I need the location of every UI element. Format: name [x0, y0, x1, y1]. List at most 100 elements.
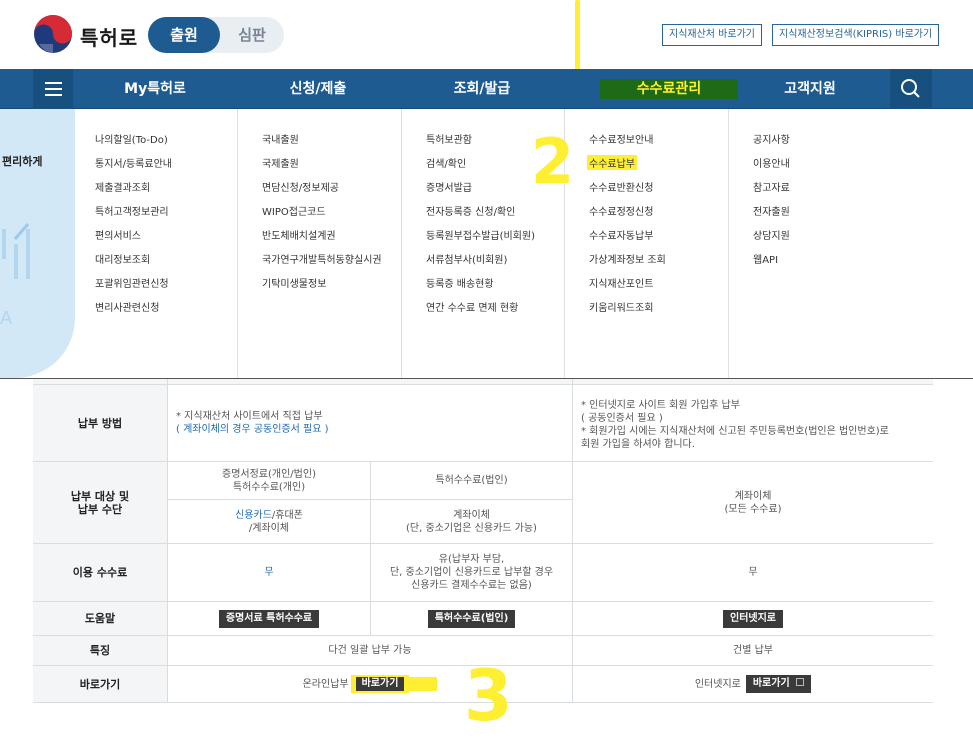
method-text: * 회원가입 시에는 지식재산처에 신고된 주민등록번호(법인은 법인번호)로 [581, 426, 889, 437]
menu-col-support: 공지사항이용안내참고자료전자출원상담지원웹API [728, 109, 973, 378]
promo-banner: 편리하게 A [0, 109, 75, 378]
fee-cell-c: 무 [573, 544, 933, 602]
menu-link-inquiry[interactable]: 연간 수수료 면제 현황 [426, 299, 518, 314]
annotation-stroke [575, 0, 580, 70]
menu-link-fee[interactable]: 수수료정정신청 [589, 203, 653, 218]
menu-link-application[interactable]: WIPO접근코드 [262, 203, 326, 218]
giro-shortcut-button[interactable]: 바로가기 [745, 675, 812, 693]
page: 특허로 출원 심판 지식재산처 바로가기 지식재산정보검색(KIPRIS) 바로… [0, 0, 973, 745]
nav-fee-management[interactable]: 수수료관리 [600, 79, 738, 99]
menu-link-inquiry[interactable]: 증명서발급 [426, 179, 472, 194]
menu-link-application[interactable]: 반도체배치설계권 [262, 227, 336, 242]
menu-link-my-patent[interactable]: 변리사관련신청 [95, 299, 159, 314]
menu-link-support[interactable]: 공지사항 [753, 131, 790, 146]
row-label-feature: 특징 [33, 636, 168, 666]
shortcut-text-giro: 인터넷지로 [694, 678, 741, 690]
method-text: * 지식재산처 사이트에서 직접 납부 [176, 411, 323, 422]
target-cell-c: 계좌이체 (모든 수수료) [573, 462, 933, 544]
menu-link-fee[interactable]: 수수료납부 [587, 155, 637, 170]
menu-link-fee[interactable]: 가상계좌정보 조회 [589, 251, 666, 266]
menu-link-my-patent[interactable]: 포괄위임관련신청 [95, 275, 169, 290]
menu-link-inquiry[interactable]: 등록원부접수발급(비회원) [426, 227, 535, 242]
menu-link-inquiry[interactable]: 전자등록증 신청/확인 [426, 203, 515, 218]
help-cell-b: 특허수수료(법인) [371, 602, 573, 636]
row-label-method: 납부 방법 [33, 385, 168, 462]
target-cell-b-top: 특허수수료(법인) [371, 462, 573, 500]
menu-link-fee[interactable]: 수수료반환신청 [589, 179, 653, 194]
feature-cell-c: 건별 납부 [573, 636, 933, 666]
toggle-trial[interactable]: 심판 [220, 17, 284, 53]
menu-link-my-patent[interactable]: 제출결과조회 [95, 179, 150, 194]
menu-link-inquiry[interactable]: 등록증 배송현황 [426, 275, 494, 290]
kipris-shortcut-link[interactable]: 지식재산정보검색(KIPRIS) 바로가기 [772, 24, 940, 46]
help-button-cert-fee[interactable]: 증명서료 특허수수료 [218, 609, 320, 628]
fee-cell-b: 유(납부자 부담, 단, 중소기업이 신용카드로 납부할 경우 신용카드 결제수… [371, 544, 573, 602]
row-label-fee: 이용 수수료 [33, 544, 168, 602]
target-cell-a-top: 증명서정료(개인/법인) 특허수수료(개인) [168, 462, 371, 500]
annotation-number-3: 3 [464, 655, 513, 737]
shortcut-text-online: 온라인납부 [302, 678, 349, 690]
menu-link-application[interactable]: 국가연구개발특허동향실시권 [262, 251, 382, 266]
menu-link-support[interactable]: 상담지원 [753, 227, 790, 242]
help-button-giro[interactable]: 인터넷지로 [723, 609, 783, 628]
promo-text: 편리하게 [2, 155, 43, 168]
menu-link-inquiry[interactable]: 서류첨부사(비회원) [426, 251, 507, 266]
menu-col-fee: 수수료정보안내수수료납부수수료반환신청수수료정정신청수수료자동납부가상계좌정보 … [564, 109, 728, 378]
method-text: * 인터넷지로 사이트 회원 가입후 납부 [581, 400, 740, 411]
mega-menu: 편리하게 A 나의할일(To-Do) 통지서/등록료안내제출결과조회특허고객정보관… [0, 109, 973, 379]
fee-cell-a: 무 [168, 544, 371, 602]
menu-link-my-patent[interactable]: 특허고객정보관리 [95, 203, 169, 218]
menu-link-fee[interactable]: 키움리워드조회 [589, 299, 653, 314]
menu-link-inquiry[interactable]: 검색/확인 [426, 155, 466, 170]
toggle-application[interactable]: 출원 [148, 17, 220, 53]
menu-link-application[interactable]: 국제출원 [262, 155, 299, 170]
service-toggle: 출원 심판 [148, 17, 284, 53]
global-nav: My특허로 신청/제출 조회/발급 수수료관리 고객지원 [0, 69, 973, 109]
search-icon [901, 79, 920, 98]
menu-link-fee[interactable]: 수수료자동납부 [589, 227, 653, 242]
target-cell-b-bottom: 계좌이체 (단, 중소기업은 신용카드 가능) [371, 500, 573, 544]
menu-link-application[interactable]: 면담신청/정보제공 [262, 179, 339, 194]
menu-link-fee[interactable]: 지식재산포인트 [589, 275, 653, 290]
nav-application[interactable]: 신청/제출 [258, 69, 378, 109]
menu-link-fee[interactable]: 수수료정보안내 [589, 131, 653, 146]
menu-link-my-patent[interactable]: 대리정보조회 [95, 251, 150, 266]
row-label-help: 도움말 [33, 602, 168, 636]
row-label-shortcut: 바로가기 [33, 666, 168, 703]
promo-graphic-icon: A [0, 223, 30, 329]
menu-link-inquiry[interactable]: 특허보관함 [426, 131, 472, 146]
taegeuk-logo-icon[interactable] [33, 14, 73, 54]
menu-col-application: 국내출원국제출원면담신청/정보제공 WIPO접근코드반도체배치설계권국가연구개발특… [237, 109, 401, 378]
nav-my-patent[interactable]: My특허로 [95, 69, 215, 109]
help-cell-c: 인터넷지로 [573, 602, 933, 636]
kipo-shortcut-link[interactable]: 지식재산처 바로가기 [662, 24, 762, 46]
hamburger-icon [45, 82, 62, 84]
menu-col-my-patent: 나의할일(To-Do) 통지서/등록료안내제출결과조회특허고객정보관리편의서비스대… [75, 109, 238, 378]
svg-text:A: A [0, 308, 13, 329]
nav-customer-support[interactable]: 고객지원 [750, 69, 870, 109]
menu-button[interactable] [33, 69, 73, 109]
site-logo-text[interactable]: 특허로 [80, 22, 138, 51]
shortcut-cell-c: 인터넷지로 바로가기 [573, 666, 933, 703]
menu-link-application[interactable]: 기탁미생물정보 [262, 275, 326, 290]
menu-link-my-patent[interactable]: 통지서/등록료안내 [95, 155, 172, 170]
menu-link-support[interactable]: 전자출원 [753, 203, 790, 218]
menu-link-my-patent[interactable]: 나의할일(To-Do) [95, 131, 168, 146]
method-cell-giro: * 인터넷지로 사이트 회원 가입후 납부 ( 공동인증서 필요 ) * 회원가… [573, 385, 933, 462]
method-cell-kipo: * 지식재산처 사이트에서 직접 납부 ( 계좌이체의 경우 공동인증서 필요 … [168, 385, 573, 462]
search-button[interactable] [890, 69, 932, 109]
menu-link-support[interactable]: 이용안내 [753, 155, 790, 170]
menu-link-my-patent[interactable]: 편의서비스 [95, 227, 141, 242]
external-link-icon [796, 678, 805, 686]
method-text: 회원 가입을 하셔야 합니다. [581, 439, 695, 450]
method-text: ( 공동인증서 필요 ) [581, 413, 663, 424]
menu-link-application[interactable]: 국내출원 [262, 131, 299, 146]
menu-link-support[interactable]: 웹API [753, 251, 778, 266]
online-payment-shortcut-button[interactable]: 바로가기 [355, 677, 405, 691]
header: 특허로 출원 심판 지식재산처 바로가기 지식재산정보검색(KIPRIS) 바로… [0, 0, 973, 70]
annotation-number-2: 2 [531, 125, 575, 198]
help-button-corp-fee[interactable]: 특허수수료(법인) [427, 609, 516, 628]
menu-link-support[interactable]: 참고자료 [753, 179, 790, 194]
help-cell-a: 증명서료 특허수수료 [168, 602, 371, 636]
nav-inquiry[interactable]: 조회/발급 [422, 69, 542, 109]
